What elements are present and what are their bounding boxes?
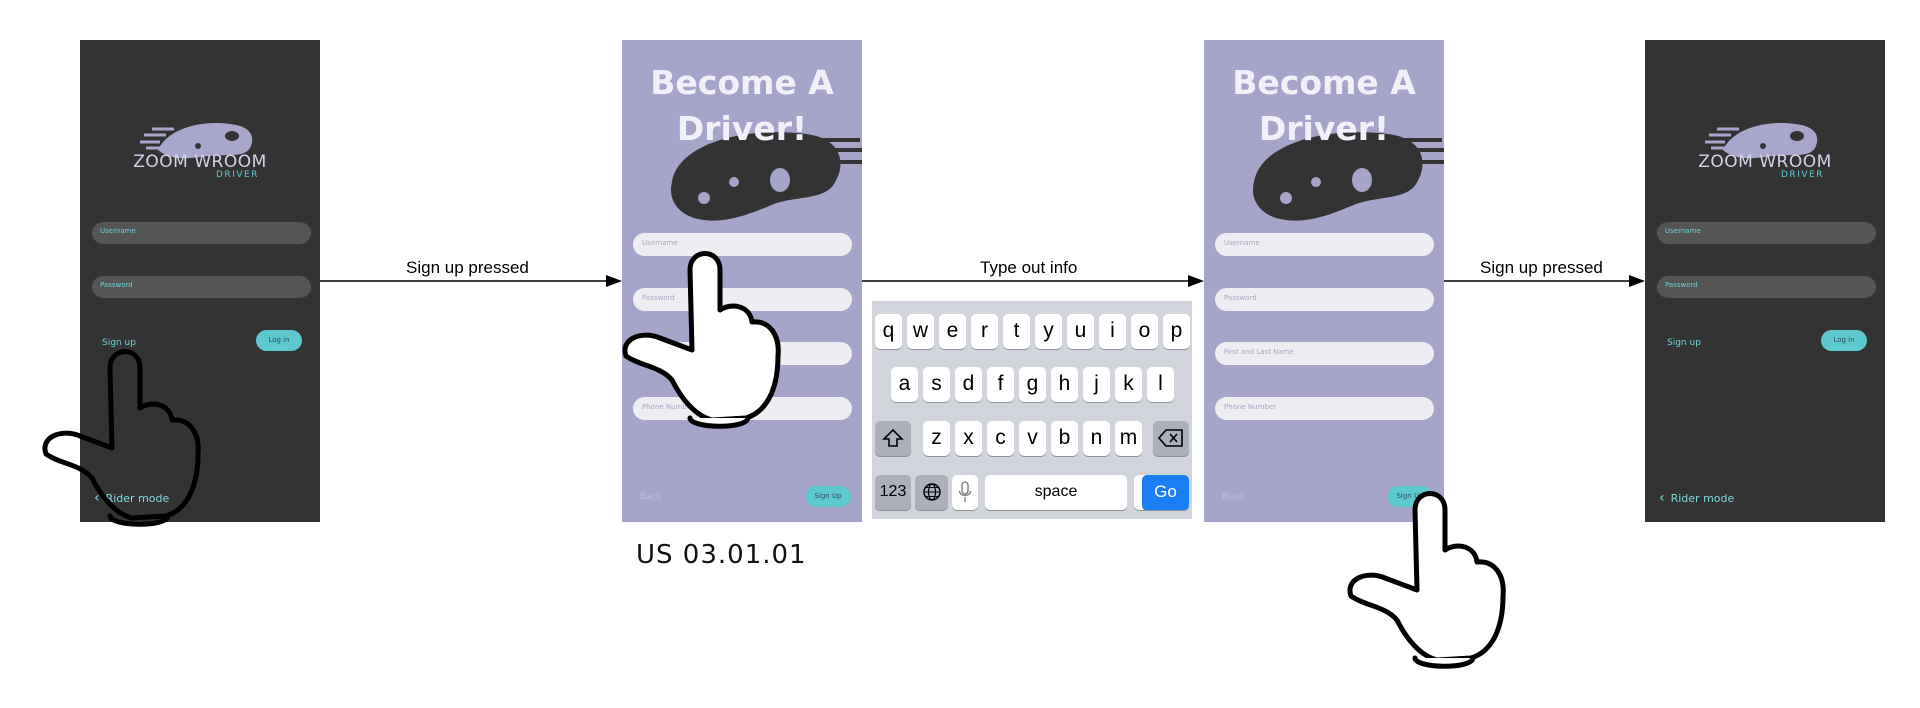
key-s[interactable]: s [923, 367, 950, 402]
backspace-icon [1157, 429, 1183, 447]
microphone-key[interactable] [952, 475, 978, 510]
key-j[interactable]: j [1083, 367, 1110, 402]
arrow-label-1: Sign up pressed [406, 258, 529, 277]
key-u[interactable]: u [1067, 314, 1094, 349]
user-story-caption: US 03.01.01 [636, 540, 807, 570]
go-key[interactable]: Go [1142, 475, 1189, 510]
key-a[interactable]: a [891, 367, 918, 402]
key-f[interactable]: f [987, 367, 1014, 402]
globe-icon [922, 483, 941, 501]
key-g[interactable]: g [1019, 367, 1046, 402]
arrow-label-3: Sign up pressed [1480, 258, 1603, 277]
key-h[interactable]: h [1051, 367, 1078, 402]
arrow-label-2: Type out info [980, 258, 1078, 277]
key-v[interactable]: v [1019, 421, 1046, 456]
hand-pointer-icon [1347, 491, 1506, 669]
key-r[interactable]: r [971, 314, 998, 349]
numbers-key[interactable]: 123 [875, 475, 911, 510]
key-e[interactable]: e [939, 314, 966, 349]
hand-pointer-icon [622, 251, 781, 429]
key-b[interactable]: b [1051, 421, 1078, 456]
key-i[interactable]: i [1099, 314, 1126, 349]
key-d[interactable]: d [955, 367, 982, 402]
space-key[interactable]: space [985, 475, 1127, 510]
microphone-icon [958, 481, 972, 502]
key-n[interactable]: n [1083, 421, 1110, 456]
key-c[interactable]: c [987, 421, 1014, 456]
key-y[interactable]: y [1035, 314, 1062, 349]
key-z[interactable]: z [923, 421, 950, 456]
onscreen-keyboard: q w e r t y u i o p a s d f g h j k l z … [872, 301, 1192, 519]
key-x[interactable]: x [955, 421, 982, 456]
key-l[interactable]: l [1147, 367, 1174, 402]
key-o[interactable]: o [1131, 314, 1158, 349]
backspace-key[interactable] [1153, 421, 1189, 456]
shift-icon [882, 428, 904, 447]
hand-pointer-icon [42, 349, 201, 527]
key-k[interactable]: k [1115, 367, 1142, 402]
shift-key[interactable] [875, 421, 911, 456]
globe-key[interactable] [915, 475, 948, 510]
key-m[interactable]: m [1115, 421, 1142, 456]
key-t[interactable]: t [1003, 314, 1030, 349]
key-q[interactable]: q [875, 314, 902, 349]
key-p[interactable]: p [1163, 314, 1190, 349]
key-w[interactable]: w [907, 314, 934, 349]
